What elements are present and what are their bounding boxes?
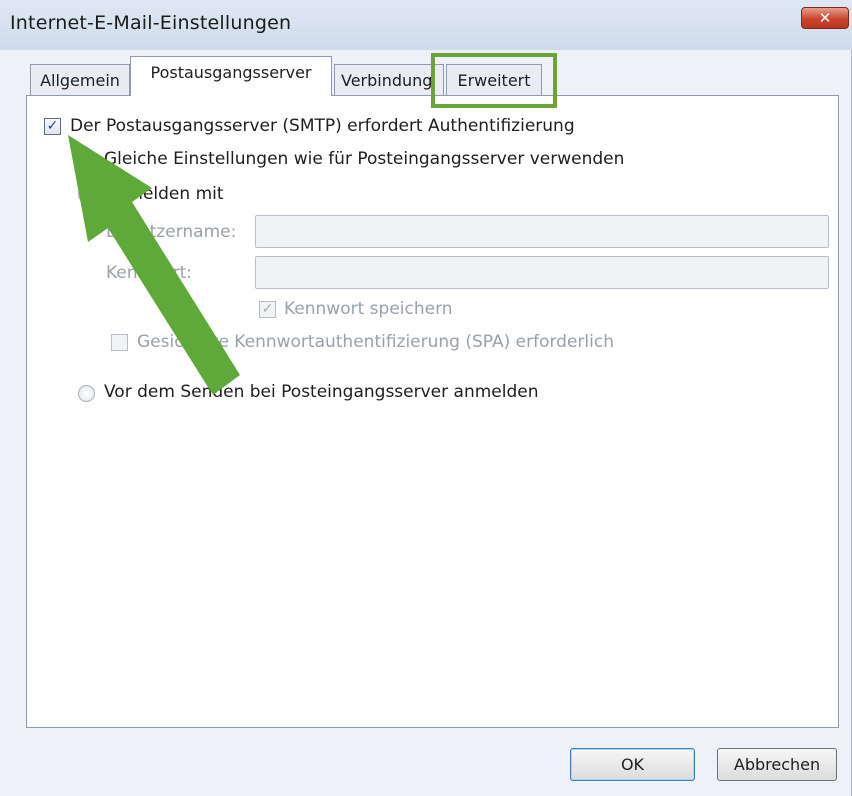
email-settings-dialog: Internet-E-Mail-Einstellungen ✕ Allgemei…: [0, 0, 852, 796]
tab-label: Postausgangsserver: [150, 63, 312, 82]
ok-button-label: OK: [620, 755, 645, 774]
username-input[interactable]: [255, 215, 829, 248]
close-icon: ✕: [818, 9, 832, 27]
title-bar: Internet-E-Mail-Einstellungen ✕: [0, 0, 852, 50]
spa-label: Gesicherte Kennwortauthentifizierung (SP…: [137, 332, 614, 352]
smtp-auth-label: Der Postausgangsserver (SMTP) erfordert …: [70, 116, 575, 136]
login-with-radio[interactable]: [78, 186, 95, 203]
smtp-auth-checkbox[interactable]: ✓: [44, 118, 61, 135]
tab-label: Verbindung: [341, 70, 433, 90]
tab-verbindung[interactable]: Verbindung: [334, 64, 444, 95]
username-label: Benutzername:: [106, 222, 237, 242]
tab-postausgangsserver[interactable]: Postausgangsserver: [130, 56, 332, 96]
cancel-button[interactable]: Abbrechen: [717, 748, 837, 781]
check-icon: ✓: [261, 301, 274, 317]
same-settings-radio[interactable]: [78, 151, 95, 168]
close-button[interactable]: ✕: [801, 7, 849, 29]
tab-label: Allgemein: [40, 70, 120, 90]
password-label: Kennwort:: [106, 263, 192, 283]
cancel-button-label: Abbrechen: [733, 755, 821, 774]
save-password-checkbox[interactable]: ✓: [259, 301, 276, 318]
tab-allgemein[interactable]: Allgemein: [30, 64, 130, 95]
check-icon: ✓: [46, 118, 59, 134]
login-before-send-label: Vor dem Senden bei Posteingangsserver an…: [104, 382, 539, 402]
ok-button[interactable]: OK: [570, 748, 695, 781]
spa-checkbox[interactable]: [111, 334, 128, 351]
tab-erweitert-highlight: [431, 53, 557, 108]
same-settings-label: Gleiche Einstellungen wie für Posteingan…: [104, 149, 625, 169]
login-before-send-radio[interactable]: [78, 385, 95, 402]
login-with-label: Anmelden mit: [104, 184, 224, 204]
save-password-label: Kennwort speichern: [284, 299, 453, 319]
window-title: Internet-E-Mail-Einstellungen: [10, 12, 292, 34]
password-input[interactable]: [255, 256, 829, 289]
